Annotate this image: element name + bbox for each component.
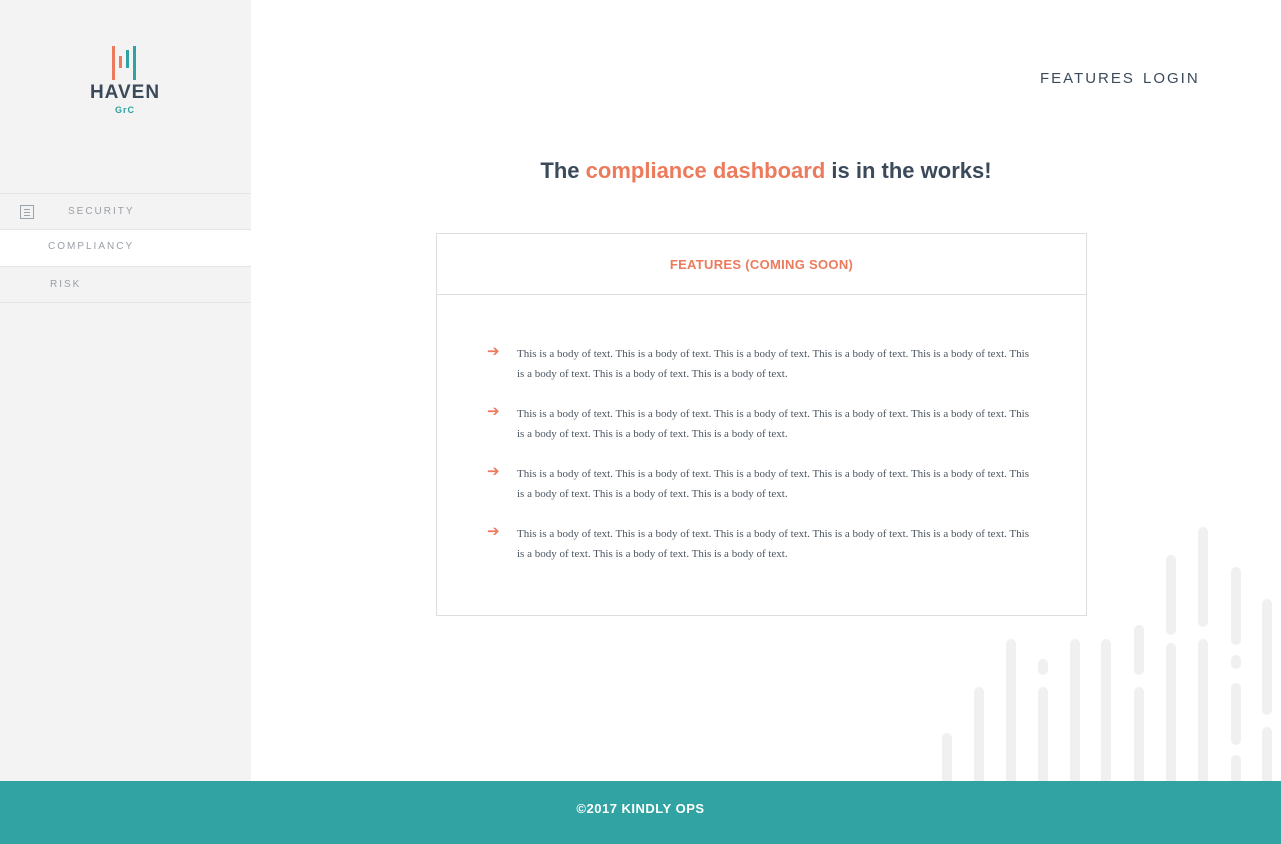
sidebar-item-compliancy[interactable]: COMPLIANCY (0, 230, 251, 266)
logo-mark-icon (112, 46, 136, 80)
haven-logo[interactable]: HAVEN GrC (84, 44, 166, 116)
logo-wordmark: HAVEN (89, 82, 161, 103)
headline-after: is in the works! (831, 158, 992, 183)
headline-accent: compliance dashboard (585, 158, 826, 183)
headline-before: The (540, 158, 580, 183)
arrow-right-icon: ➔ (487, 463, 500, 480)
sidebar-item-risk[interactable]: RISK (0, 266, 251, 303)
sidebar-item-security[interactable]: SECURITY (0, 193, 251, 230)
page-title: The compliance dashboard is in the works… (251, 158, 1281, 184)
footer-copyright: ©2017 KINDLY OPS (576, 801, 705, 816)
feature-text: This is a body of text. This is a body o… (517, 468, 1029, 500)
nav-link-features[interactable]: FEATURES (1040, 70, 1135, 87)
sidebar-item-label: RISK (50, 279, 82, 290)
footer: ©2017 KINDLY OPS (0, 781, 1281, 844)
feature-text: This is a body of text. This is a body o… (517, 408, 1029, 440)
arrow-right-icon: ➔ (487, 523, 500, 540)
arrow-right-icon: ➔ (487, 343, 500, 360)
sidebar-item-label: COMPLIANCY (48, 241, 135, 252)
features-card-title: FEATURES (COMING SOON) (437, 234, 1086, 295)
document-icon (20, 205, 34, 219)
feature-text: This is a body of text. This is a body o… (517, 348, 1029, 380)
arrow-right-icon: ➔ (487, 403, 500, 420)
logo-subtitle: GrC (114, 105, 135, 115)
sidebar-item-label: SECURITY (68, 206, 135, 217)
decorative-bars-graphic (942, 527, 1272, 781)
nav-link-login[interactable]: LOGIN (1143, 70, 1200, 87)
sidebar: HAVEN GrC SECURITY COMPLIANCY RISK (0, 0, 251, 781)
